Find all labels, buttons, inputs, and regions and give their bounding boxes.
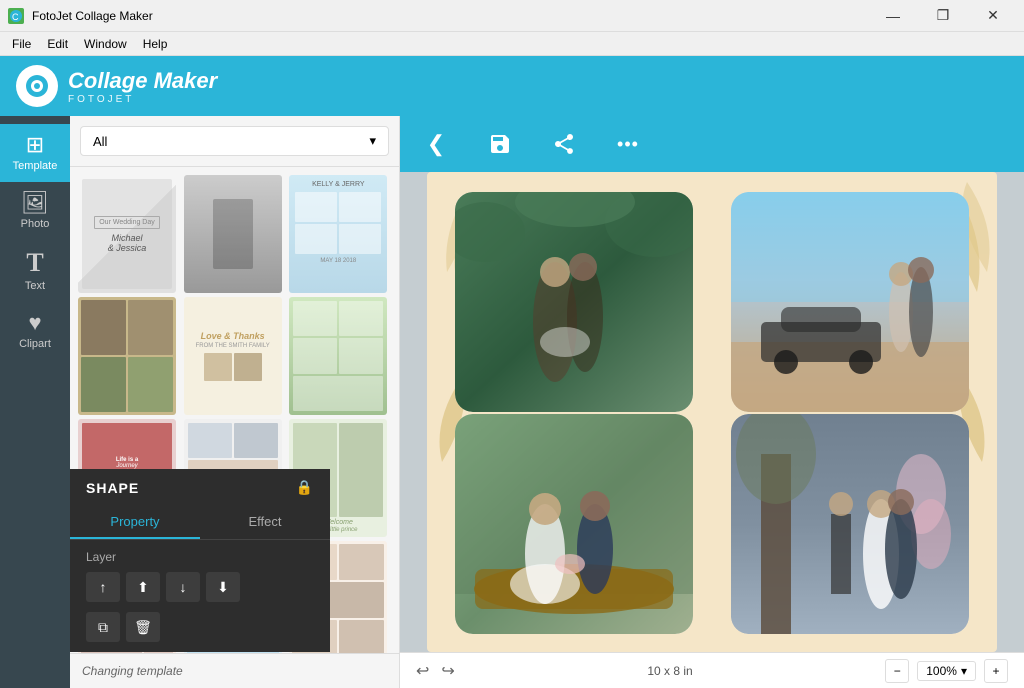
template-item[interactable] — [184, 175, 282, 293]
menu-file[interactable]: File — [4, 35, 39, 53]
layer-controls: ↑ ⬆ ↓ ⬇ — [86, 572, 314, 602]
template-item[interactable]: Love & Thanks FROM THE SMITH FAMILY — [184, 297, 282, 415]
menu-bar: File Edit Window Help — [0, 32, 1024, 56]
logo-main: Collage Maker — [68, 68, 217, 94]
title-bar-left: C FotoJet Collage Maker — [8, 8, 153, 24]
sidebar-label-photo: Photo — [21, 218, 50, 230]
back-button[interactable]: ❮ — [416, 124, 456, 164]
more-icon: ••• — [617, 134, 639, 155]
status-area: Changing template — [70, 653, 399, 688]
shape-panel: SHAPE 🔒 Property Effect Layer ↑ ⬆ ↓ ⬇ ⧉ … — [70, 469, 330, 652]
logo-icon — [16, 65, 58, 107]
photo-cell-4 — [731, 414, 969, 634]
bottom-bar-right: − 100% ▾ + — [885, 659, 1008, 683]
layer-move-down[interactable]: ↓ — [166, 572, 200, 602]
layer-label: Layer — [86, 550, 314, 564]
shape-panel-title: SHAPE — [86, 480, 139, 496]
layer-move-top[interactable]: ⬆ — [126, 572, 160, 602]
canvas-area: ❮ ••• — [400, 116, 1024, 688]
text-icon: T — [26, 250, 43, 276]
title-bar: C FotoJet Collage Maker — ❐ ✕ — [0, 0, 1024, 32]
sidebar: ⊞ Template 🖼 Photo T Text ♥ Clipart — [0, 116, 70, 688]
sidebar-label-text: Text — [25, 280, 45, 292]
layer-move-up[interactable]: ↑ — [86, 572, 120, 602]
svg-text:C: C — [12, 12, 19, 22]
template-item[interactable] — [78, 297, 176, 415]
template-item[interactable]: Our Wedding Day Michael& Jessica — [78, 175, 176, 293]
title-bar-controls: — ❐ ✕ — [870, 1, 1016, 31]
app-title: FotoJet Collage Maker — [32, 9, 153, 23]
shape-tabs: Property Effect — [70, 506, 330, 540]
sidebar-item-template[interactable]: ⊞ Template — [0, 124, 70, 182]
zoom-value: 100% — [926, 664, 957, 678]
bottom-bar: ↩ ↪ 10 x 8 in − 100% ▾ + — [400, 652, 1024, 688]
tab-property[interactable]: Property — [70, 506, 200, 539]
template-item[interactable]: KELLY & JERRY MAY 18 2018 — [289, 175, 387, 293]
layer-move-bottom[interactable]: ⬇ — [206, 572, 240, 602]
app-icon: C — [8, 8, 24, 24]
menu-window[interactable]: Window — [76, 35, 135, 53]
share-button[interactable] — [544, 124, 584, 164]
logo-text: Collage Maker FOTOJET — [68, 68, 217, 105]
collage-canvas — [427, 172, 997, 652]
filter-dropdown[interactable]: All ▾ — [80, 126, 389, 156]
save-button[interactable] — [480, 124, 520, 164]
logo-area: Collage Maker FOTOJET — [16, 65, 217, 107]
photo-cell-2 — [731, 192, 969, 412]
minimize-button[interactable]: — — [870, 1, 916, 31]
zoom-plus-button[interactable]: + — [984, 659, 1008, 683]
zoom-minus-button[interactable]: − — [885, 659, 909, 683]
zoom-level-dropdown[interactable]: 100% ▾ — [917, 661, 976, 681]
delete-button[interactable]: 🗑 — [126, 612, 160, 642]
more-options-button[interactable]: ••• — [608, 124, 648, 164]
bottom-bar-left: ↩ ↪ — [416, 661, 455, 681]
canvas-content — [400, 172, 1024, 652]
canvas-dimensions: 10 x 8 in — [647, 664, 692, 678]
menu-edit[interactable]: Edit — [39, 35, 76, 53]
status-message: Changing template — [82, 664, 183, 678]
sidebar-item-clipart[interactable]: ♥ Clipart — [0, 302, 70, 360]
app-header: Collage Maker FOTOJET — [0, 56, 1024, 116]
maximize-button[interactable]: ❐ — [920, 1, 966, 31]
menu-help[interactable]: Help — [135, 35, 176, 53]
template-filter: All ▾ — [70, 116, 399, 167]
sidebar-label-clipart: Clipart — [19, 338, 51, 350]
clipart-icon: ♥ — [28, 312, 41, 334]
photo-icon: 🖼 — [21, 192, 49, 214]
filter-value: All — [93, 134, 107, 149]
sidebar-label-template: Template — [13, 160, 58, 172]
photo-cell-1 — [455, 192, 693, 412]
filter-arrow-icon: ▾ — [369, 133, 376, 149]
zoom-dropdown-arrow: ▾ — [961, 664, 967, 678]
layer-actions: ⧉ 🗑 — [86, 612, 314, 642]
template-item[interactable] — [289, 297, 387, 415]
photo-cell-3 — [455, 414, 693, 634]
template-icon: ⊞ — [26, 134, 44, 156]
lock-icon: 🔒 — [296, 479, 314, 496]
redo-button[interactable]: ↪ — [441, 661, 454, 681]
undo-button[interactable]: ↩ — [416, 661, 429, 681]
close-button[interactable]: ✕ — [970, 1, 1016, 31]
sidebar-item-text[interactable]: T Text — [0, 240, 70, 302]
logo-sub: FOTOJET — [68, 94, 217, 105]
duplicate-button[interactable]: ⧉ — [86, 612, 120, 642]
shape-panel-header: SHAPE 🔒 — [70, 469, 330, 506]
sidebar-item-photo[interactable]: 🖼 Photo — [0, 182, 70, 240]
canvas-toolbar: ❮ ••• — [400, 116, 1024, 172]
layer-section: Layer ↑ ⬆ ↓ ⬇ ⧉ 🗑 — [70, 540, 330, 652]
tab-effect[interactable]: Effect — [200, 506, 330, 539]
